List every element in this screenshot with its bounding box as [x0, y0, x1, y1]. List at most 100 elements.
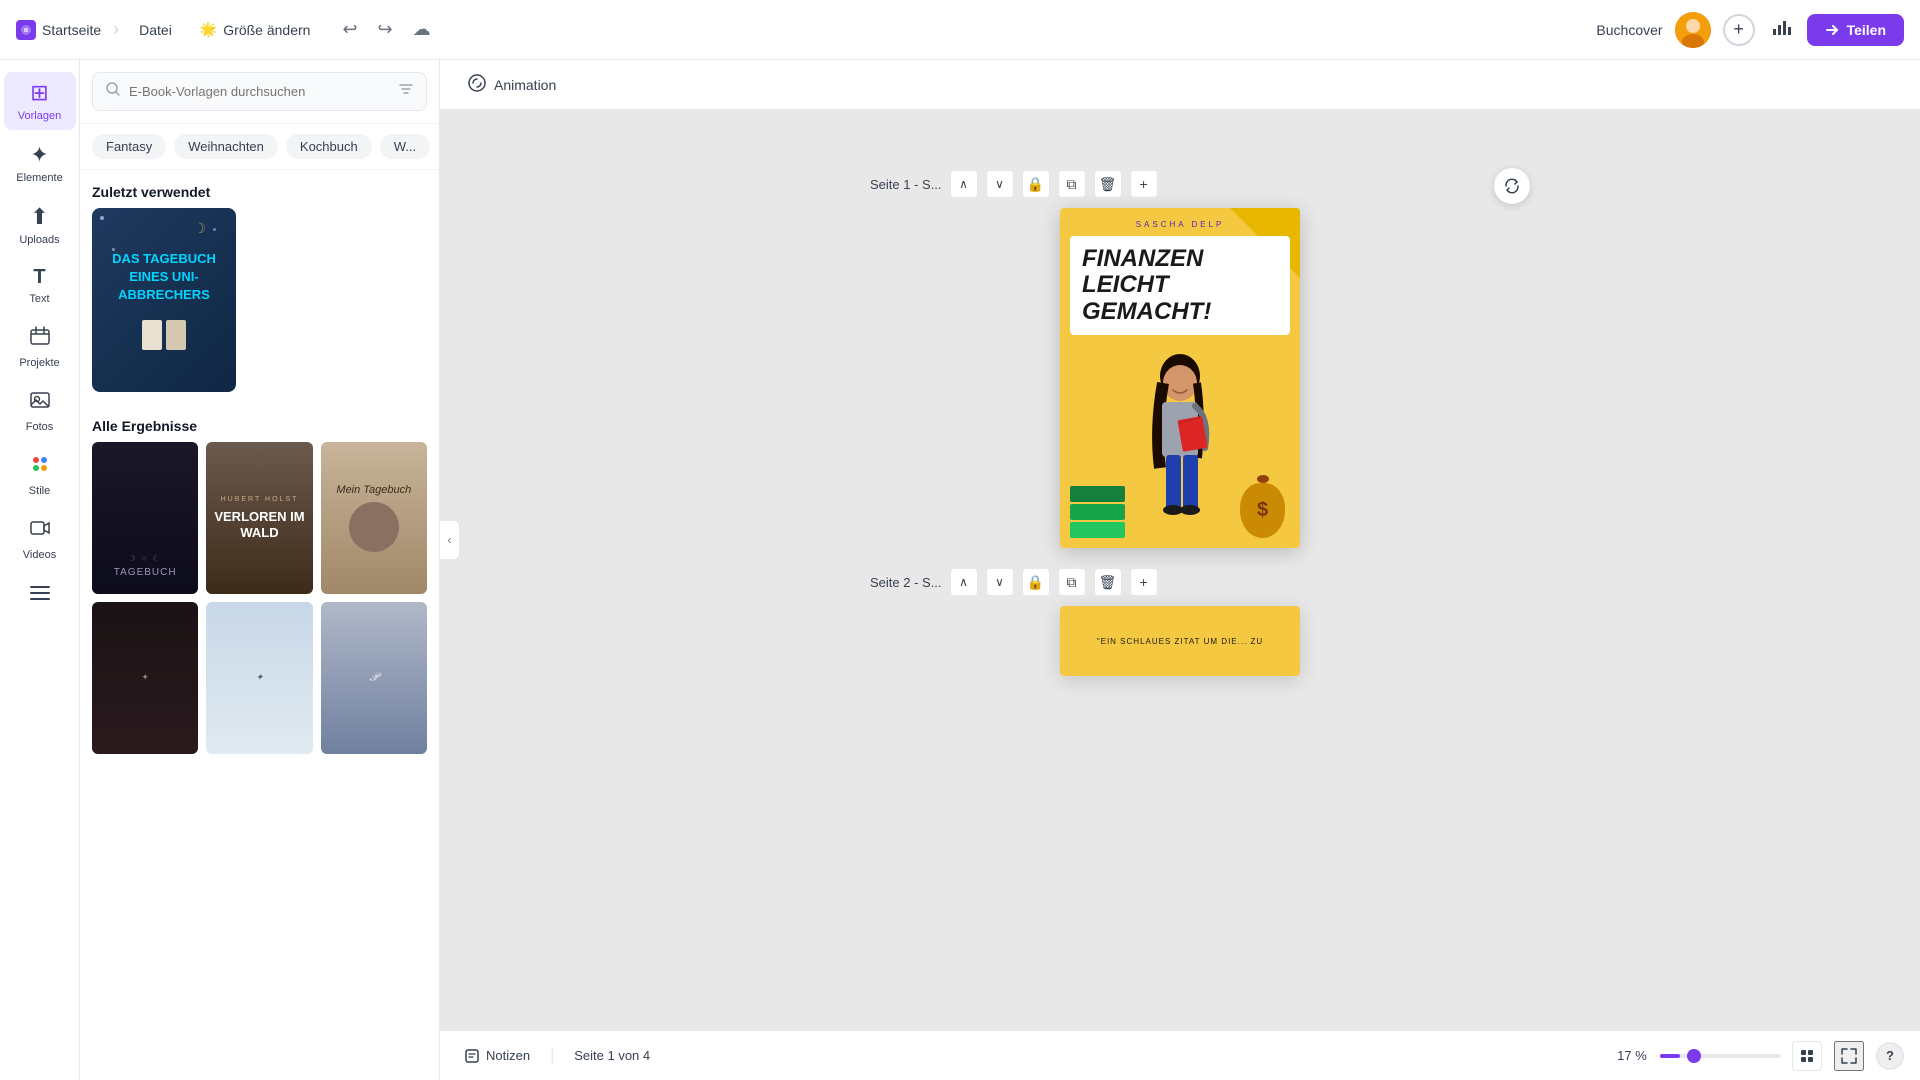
page-1-delete-button[interactable]: 🗑 — [1094, 170, 1122, 198]
add-collaborator-button[interactable]: + — [1723, 14, 1755, 46]
redo-button[interactable]: ↪ — [374, 15, 397, 44]
text-icon: T — [33, 266, 45, 289]
all-results-title: Alle Ergebnisse — [80, 404, 439, 442]
videos-label: Videos — [23, 549, 56, 561]
template-result-2[interactable]: HUBERT HOLST VERLOREN IM WALD — [206, 442, 312, 594]
title-line3: GEMACHT! — [1082, 299, 1278, 325]
view-buttons — [1792, 1041, 1822, 1071]
money-bag-right: $ — [1240, 475, 1285, 538]
animation-button[interactable]: Animation — [456, 68, 568, 101]
help-button[interactable]: ? — [1876, 1042, 1904, 1070]
page-2-copy-button[interactable]: ⧉ — [1058, 568, 1086, 596]
sidebar-item-text[interactable]: T Text — [4, 258, 76, 313]
share-label: Teilen — [1847, 22, 1886, 38]
header: Startseite › Datei 🌟 Größe ändern ↩ ↪ ☁ … — [0, 0, 1920, 60]
animation-icon — [468, 74, 486, 95]
resize-button[interactable]: 🌟 Größe ändern — [192, 17, 319, 42]
refresh-button[interactable] — [1494, 168, 1530, 204]
zoom-slider[interactable] — [1660, 1054, 1780, 1058]
sidebar-item-lines[interactable] — [4, 573, 76, 615]
elemente-label: Elemente — [16, 172, 62, 184]
zoom-value: 17 % — [1612, 1048, 1652, 1063]
page-1-add-button[interactable]: + — [1130, 170, 1158, 198]
search-box — [92, 72, 427, 111]
undo-button[interactable]: ↩ — [338, 15, 361, 44]
hide-panel-button[interactable]: ‹ — [440, 520, 460, 560]
grid-view-button[interactable] — [1792, 1041, 1822, 1071]
book-icon — [142, 320, 186, 350]
recent-book-cover: ☽ Das Tagebuch eines Uni- Abbrechers — [92, 208, 236, 392]
resize-label: Größe ändern — [223, 22, 310, 38]
sidebar-item-vorlagen[interactable]: ⊞ Vorlagen — [4, 72, 76, 130]
cover-illustration: $ — [1060, 348, 1300, 548]
notes-button[interactable]: Notizen — [456, 1043, 538, 1069]
title-line2: LEICHT — [1082, 272, 1278, 298]
sidebar-item-stile[interactable]: Stile — [4, 445, 76, 505]
elemente-icon: ✦ — [30, 142, 48, 168]
bottom-divider: | — [550, 1047, 554, 1065]
search-icon — [105, 81, 121, 102]
search-input[interactable] — [129, 84, 390, 99]
projekte-icon — [29, 325, 51, 353]
zoom-fill — [1660, 1054, 1680, 1058]
filter-icon[interactable] — [398, 81, 414, 102]
sidebar-item-videos[interactable]: Videos — [4, 509, 76, 569]
bottom-bar: Notizen | Seite 1 von 4 17 % ? — [440, 1030, 1920, 1080]
page-2-lock-button[interactable]: 🔒 — [1022, 568, 1050, 596]
sidebar-item-projekte[interactable]: Projekte — [4, 317, 76, 377]
page-2-delete-button[interactable]: 🗑 — [1094, 568, 1122, 596]
page-2-canvas[interactable]: "EIN SCHLAUES ZITAT UM DIE... ZU — [1060, 606, 1300, 676]
projekte-label: Projekte — [19, 357, 59, 369]
text-label: Text — [29, 293, 49, 305]
template-panel: Fantasy Weihnachten Kochbuch W... Zuletz… — [80, 60, 440, 1080]
template-result-3[interactable]: Mein Tagebuch — [321, 442, 427, 594]
header-right: Buchcover + Teilen — [1596, 12, 1904, 48]
canva-logo — [16, 20, 36, 40]
search-area — [80, 60, 439, 124]
canvas-content: Seite 1 - S... ∧ ∨ 🔒 ⧉ 🗑 + SASCHA DELP — [440, 110, 1920, 1030]
tag-kochbuch[interactable]: Kochbuch — [286, 134, 372, 159]
stile-icon — [29, 453, 51, 481]
vorlagen-label: Vorlagen — [18, 110, 61, 122]
resize-icon: 🌟 — [200, 21, 217, 38]
cloud-save-icon[interactable]: ☁ — [409, 15, 435, 44]
template-result-4[interactable]: ✦ — [92, 602, 198, 754]
template-result-1[interactable]: ☽ ○ ☾ TAGEBUCH — [92, 442, 198, 594]
page-2-down-button[interactable]: ∨ — [986, 568, 1014, 596]
stile-label: Stile — [29, 485, 50, 497]
recently-used-title: Zuletzt verwendet — [80, 170, 439, 208]
page-1-down-button[interactable]: ∨ — [986, 170, 1014, 198]
file-menu[interactable]: Datei — [131, 18, 180, 42]
page-1-lock-button[interactable]: 🔒 — [1022, 170, 1050, 198]
sidebar-item-uploads[interactable]: ⬆ Uploads — [4, 196, 76, 254]
page-1-copy-button[interactable]: ⧉ — [1058, 170, 1086, 198]
sidebar-item-fotos[interactable]: Fotos — [4, 381, 76, 441]
share-button[interactable]: Teilen — [1807, 14, 1904, 46]
page-indicator: Seite 1 von 4 — [574, 1048, 650, 1063]
avatar[interactable] — [1675, 12, 1711, 48]
page-2-controls: Seite 2 - S... ∧ ∨ 🔒 ⧉ 🗑 + — [870, 568, 1490, 596]
page-2-add-button[interactable]: + — [1130, 568, 1158, 596]
tag-weihnachten[interactable]: Weihnachten — [174, 134, 278, 159]
analytics-button[interactable] — [1767, 13, 1795, 47]
zoom-thumb[interactable] — [1687, 1049, 1701, 1063]
fullscreen-button[interactable] — [1834, 1041, 1864, 1071]
page-2-text: "EIN SCHLAUES ZITAT UM DIE... ZU — [1085, 637, 1275, 646]
videos-icon — [29, 517, 51, 545]
lines-icon — [29, 581, 51, 607]
zoom-area: 17 % — [1612, 1048, 1780, 1063]
recently-used-section: ☽ Das Tagebuch eines Uni- Abbrechers — [80, 208, 439, 404]
sidebar-item-elemente[interactable]: ✦ Elemente — [4, 134, 76, 192]
tag-fantasy[interactable]: Fantasy — [92, 134, 166, 159]
notes-label: Notizen — [486, 1048, 530, 1063]
page-1-up-button[interactable]: ∧ — [950, 170, 978, 198]
canvas-toolbar: Animation — [440, 60, 1920, 110]
page-2-up-button[interactable]: ∧ — [950, 568, 978, 596]
template-result-6[interactable]: 𝒫 — [321, 602, 427, 754]
tag-more[interactable]: W... — [380, 134, 430, 159]
template-result-5[interactable]: ✦ — [206, 602, 312, 754]
home-button[interactable]: Startseite — [16, 20, 101, 40]
chevron-left-icon: ‹ — [448, 533, 452, 547]
book-cover-page1[interactable]: SASCHA DELP FINANZEN LEICHT GEMACHT! — [1060, 208, 1300, 548]
recent-template-item[interactable]: ☽ Das Tagebuch eines Uni- Abbrechers — [92, 208, 236, 392]
